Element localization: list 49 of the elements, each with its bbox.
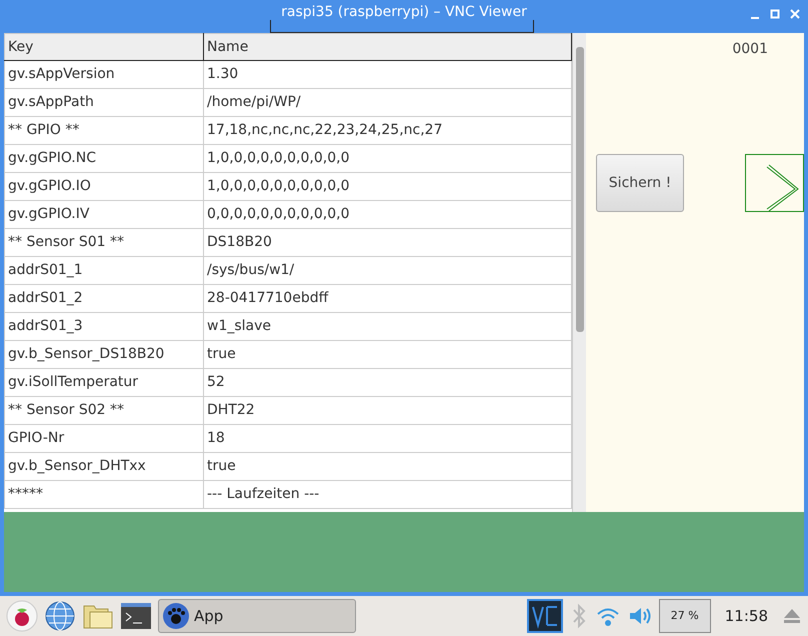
table-cell: 28-0417710ebdff xyxy=(204,284,572,312)
table-cell: w1_slave xyxy=(204,312,572,340)
table-cell: 17,18,nc,nc,nc,22,23,24,25,nc,27 xyxy=(204,116,572,144)
table-cell: 18 xyxy=(204,424,572,452)
window-title: raspi35 (raspberrypi) – VNC Viewer xyxy=(281,3,527,22)
table-cell: true xyxy=(204,340,572,368)
table-cell: 1.30 xyxy=(204,60,572,88)
table-cell: addrS01_1 xyxy=(4,256,204,284)
table-cell: gv.gGPIO.NC xyxy=(4,144,204,172)
raspberry-icon[interactable] xyxy=(6,600,38,632)
close-icon[interactable] xyxy=(790,8,800,20)
table-cell: addrS01_3 xyxy=(4,312,204,340)
table-cell: --- Laufzeiten --- xyxy=(204,480,572,508)
clock[interactable]: 11:58 xyxy=(716,604,776,628)
table-cell: GPIO-Nr xyxy=(4,424,204,452)
table-cell: /sys/bus/w1/ xyxy=(204,256,572,284)
table-cell: gv.sAppPath xyxy=(4,88,204,116)
column-header[interactable]: Key xyxy=(4,34,204,60)
table-cell: ** GPIO ** xyxy=(4,116,204,144)
table-cell: 52 xyxy=(204,368,572,396)
globe-icon[interactable] xyxy=(44,600,76,632)
table-cell: ** Sensor S01 ** xyxy=(4,228,204,256)
table-cell: DHT22 xyxy=(204,396,572,424)
paw-icon xyxy=(162,602,190,630)
terminal-icon[interactable] xyxy=(120,600,152,632)
table-cell: gv.sAppVersion xyxy=(4,60,204,88)
vnc-icon[interactable] xyxy=(526,599,563,633)
table-cell: true xyxy=(204,452,572,480)
table-cell: gv.gGPIO.IV xyxy=(4,200,204,228)
cpu-monitor[interactable]: 27 % xyxy=(658,599,711,633)
table-cell: 1,0,0,0,0,0,0,0,0,0,0 xyxy=(204,144,572,172)
save-button[interactable]: Sichern ! xyxy=(596,154,684,212)
app-taskbar-button[interactable]: App xyxy=(158,599,356,633)
table-cell: ** Sensor S02 ** xyxy=(4,396,204,424)
table-cell: gv.gGPIO.IO xyxy=(4,172,204,200)
table-cell: 1,0,0,0,0,0,0,0,0,0,0 xyxy=(204,172,572,200)
table-cell: gv.b_Sensor_DS18B20 xyxy=(4,340,204,368)
counter-label: 0001 xyxy=(732,40,768,59)
table-cell: ***** xyxy=(4,480,204,508)
column-header[interactable]: Name xyxy=(204,34,572,60)
maximize-icon[interactable] xyxy=(770,8,780,20)
table-cell: 0,0,0,0,0,0,0,0,0,0,0 xyxy=(204,200,572,228)
table-cell: /home/pi/WP/ xyxy=(204,88,572,116)
table-cell: gv.b_Sensor_DHTxx xyxy=(4,452,204,480)
table-cell: gv.iSollTemperatur xyxy=(4,368,204,396)
table-cell: DS18B20 xyxy=(204,228,572,256)
next-button[interactable] xyxy=(745,154,804,212)
scrollbar[interactable] xyxy=(572,33,586,512)
table-cell: addrS01_2 xyxy=(4,284,204,312)
